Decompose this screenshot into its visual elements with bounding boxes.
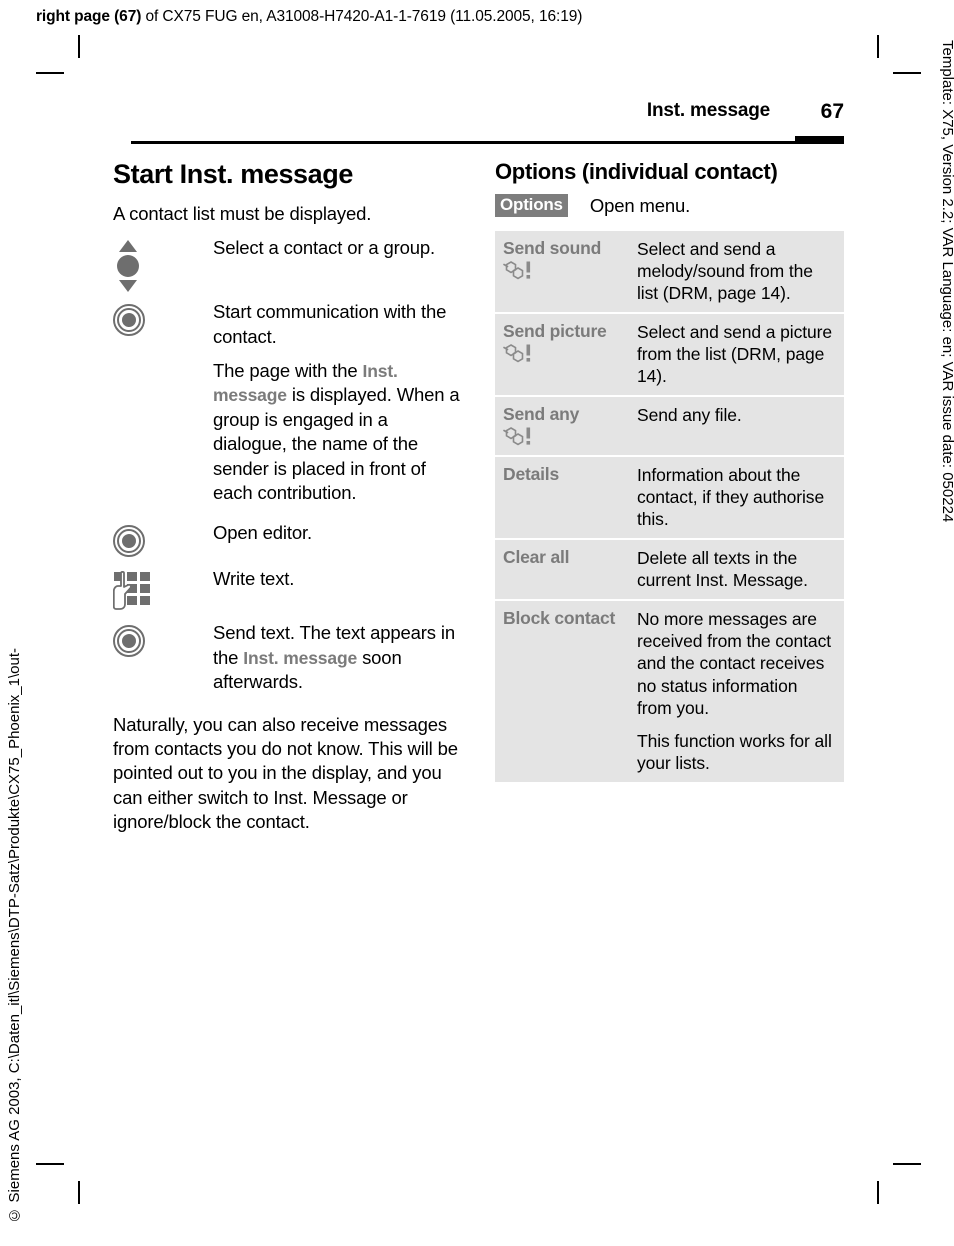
option-definition-send-sound: Select and send a melody/sound from the …: [629, 231, 844, 315]
intro-paragraph: A contact list must be displayed.: [113, 202, 372, 224]
option-term-label: Details: [503, 464, 559, 485]
header-rule-thin: [131, 141, 844, 144]
drm-icon: [503, 260, 537, 280]
select-key-icon: [113, 625, 213, 658]
select-key-icon: [113, 525, 213, 558]
table-row[interactable]: Block contact No more messages are recei…: [495, 600, 844, 782]
softkey-row: Options Open menu.: [495, 194, 844, 218]
copyright-slug-left: © Siemens AG 2003, C:\Daten_itl\Siemens\…: [6, 648, 23, 1224]
nav-key-icon: [113, 240, 213, 293]
step-row-send-text: Send text. The text appears in the Inst.…: [113, 621, 465, 694]
crop-mark-top-left-horizontal: [36, 72, 64, 74]
step-text-open-editor: Open editor.: [213, 522, 312, 544]
option-definition-send-picture: Select and send a picture from the list …: [629, 313, 844, 398]
select-key-cell-2: [113, 521, 213, 558]
select-key-icon: [113, 304, 213, 337]
nav-key-cell: [113, 236, 213, 293]
keypad-icon: [113, 571, 213, 611]
step-text-page-displayed: The page with the Inst. message is displ…: [213, 359, 465, 505]
step-row-page-displayed: The page with the Inst. message is displ…: [113, 359, 465, 505]
step-text-pre-1: The page with the: [213, 359, 363, 381]
option-term-block-contact: Block contact: [495, 600, 629, 781]
option-definition-text: Information about the contact, if they a…: [637, 465, 825, 530]
option-definition-clear-all: Delete all texts in the current Inst. Me…: [629, 539, 844, 602]
crop-mark-bottom-right-vertical: [877, 1181, 879, 1204]
option-term-label: Block contact: [503, 608, 616, 629]
table-row[interactable]: Send any Send any file.: [495, 396, 844, 458]
job-ticket-line: right page (67) of CX75 FUG en, A31008-H…: [36, 8, 582, 26]
option-definition-text: Delete all texts in the current Inst. Me…: [637, 548, 808, 591]
option-definition-text: Select and send a melody/sound from the …: [637, 239, 813, 304]
option-term-send-sound: Send sound: [495, 231, 629, 315]
crop-mark-bottom-left-horizontal: [36, 1163, 64, 1165]
option-definition-details: Information about the contact, if they a…: [629, 456, 844, 541]
job-ticket-details: of CX75 FUG en, A31008-H7420-A1-1-7619 (…: [141, 8, 583, 25]
right-column: Options (individual contact) Options Ope…: [495, 159, 844, 782]
template-slug-right: Template: X75, Version 2.2; VAR Language…: [939, 40, 954, 523]
page-header-title: Inst. message: [646, 100, 770, 121]
table-row[interactable]: Clear all Delete all texts in the curren…: [495, 539, 844, 602]
option-definition-text: Send any file.: [637, 405, 742, 426]
page-header: Inst. message 67: [131, 100, 844, 140]
step-text-start-communication: Start communication with the contact.: [213, 301, 447, 347]
step-row-open-editor: Open editor.: [113, 521, 465, 558]
drm-icon: [503, 426, 537, 446]
job-ticket-page-label: right page (67): [36, 8, 142, 25]
option-term-clear-all: Clear all: [495, 539, 629, 602]
step-row-write-text: Write text.: [113, 567, 465, 611]
option-term-label: Send picture: [503, 321, 607, 342]
option-term-label: Send sound: [503, 238, 602, 259]
step-row-select-contact: Select a contact or a group.: [113, 236, 465, 293]
step-text-write-text: Write text.: [213, 568, 295, 590]
option-term-label: Clear all: [503, 547, 570, 568]
option-term-details: Details: [495, 456, 629, 541]
crop-mark-top-right-horizontal: [893, 72, 921, 74]
section-heading-start-inst-message: Start Inst. message: [113, 159, 354, 189]
option-term-label: Send any: [503, 404, 580, 425]
crop-mark-top-right-vertical: [877, 35, 879, 58]
left-column: Start Inst. message A contact list must …: [113, 159, 465, 841]
crop-mark-top-left-vertical: [78, 35, 80, 58]
header-rule-thick: [795, 136, 844, 144]
option-definition-block-contact: No more messages are received from the c…: [629, 600, 844, 781]
options-softkey-description: Open menu.: [589, 195, 691, 217]
closing-paragraph: Naturally, you can also receive messages…: [113, 713, 458, 833]
empty-key-cell: [113, 359, 213, 363]
step-text-select-contact: Select a contact or a group.: [213, 237, 436, 259]
option-term-send-any: Send any: [495, 396, 629, 458]
options-softkey-button[interactable]: Options: [495, 194, 568, 218]
option-term-send-picture: Send picture: [495, 313, 629, 398]
table-row[interactable]: Details Information about the contact, i…: [495, 456, 844, 541]
option-definition-text-secondary: This function works for all your lists.: [637, 730, 832, 773]
crop-mark-bottom-left-vertical: [78, 1181, 80, 1204]
option-definition-text: Select and send a picture from the list …: [637, 322, 832, 387]
keypad-cell: [113, 567, 213, 611]
select-key-cell-1: [113, 300, 213, 337]
section-heading-options: Options (individual contact): [495, 159, 778, 184]
step-text-send-text: Send text. The text appears in the Inst.…: [213, 621, 465, 694]
table-row[interactable]: Send sound Select and send a melody/soun…: [495, 231, 844, 315]
option-definition-send-any: Send any file.: [629, 396, 844, 458]
step-row-start-communication: Start communication with the contact.: [113, 300, 465, 349]
options-table: Send sound Select and send a melody/soun…: [495, 231, 844, 782]
option-definition-text: No more messages are received from the c…: [637, 609, 831, 718]
display-text-inst-message-2: Inst. message: [243, 647, 358, 668]
select-key-cell-3: [113, 621, 213, 658]
table-row[interactable]: Send picture Select and send a picture f…: [495, 313, 844, 398]
page-number: 67: [820, 100, 844, 123]
crop-mark-bottom-right-horizontal: [893, 1163, 921, 1165]
drm-icon: [503, 343, 537, 363]
